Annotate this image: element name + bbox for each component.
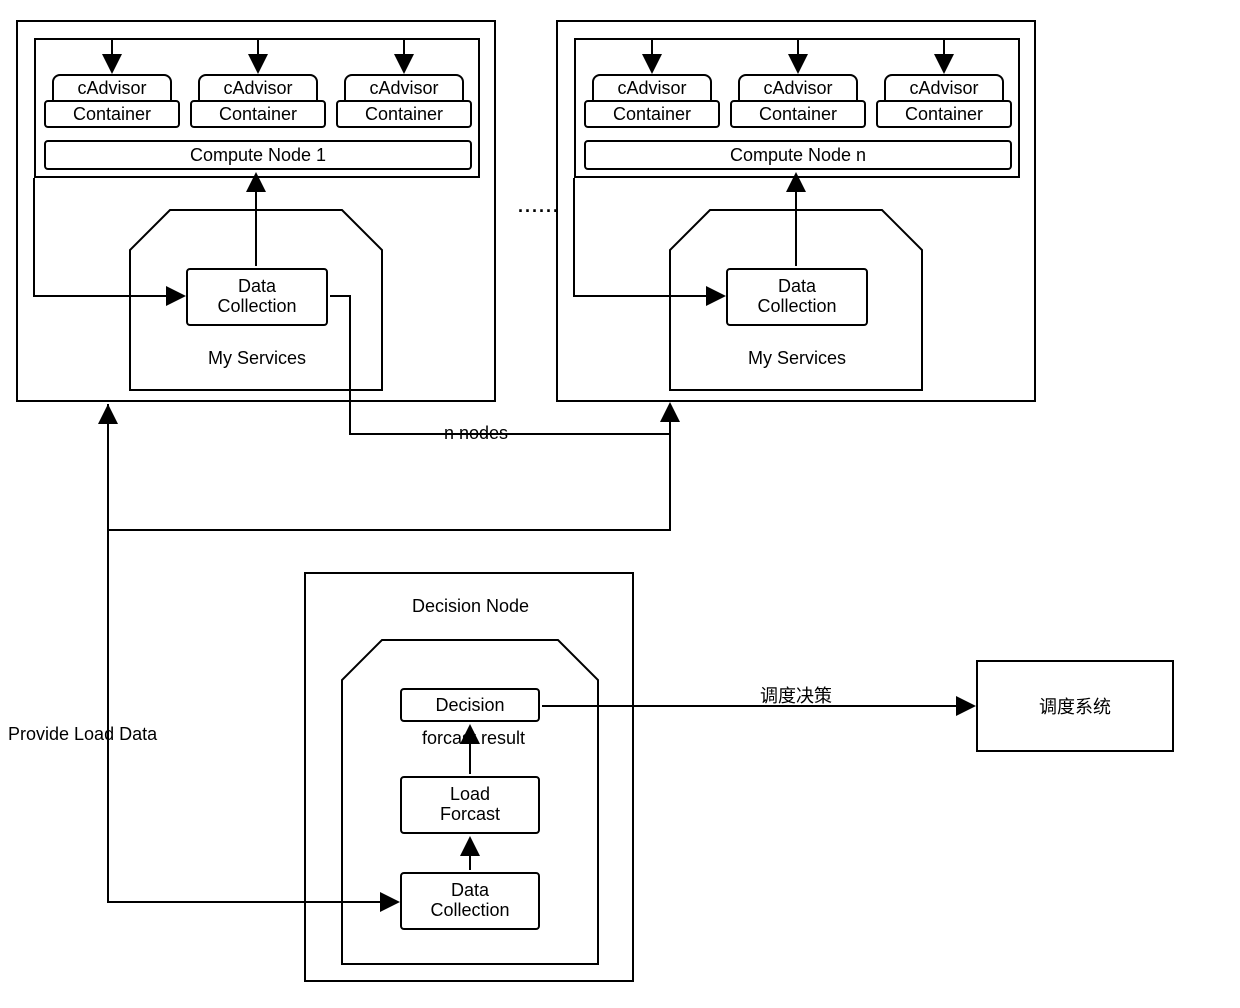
noden-cadvisor2: cAdvisor xyxy=(738,74,858,102)
node1-cadvisor2: cAdvisor xyxy=(198,74,318,102)
noden-compute: Compute Node n xyxy=(584,140,1012,170)
noden-container3: Container xyxy=(876,100,1012,128)
scheduler-box: 调度系统 xyxy=(976,660,1174,752)
n-nodes-label: n nodes xyxy=(440,423,512,444)
schedule-decision-label: 调度决策 xyxy=(756,682,836,708)
load-forecast-box: LoadForcast xyxy=(400,776,540,834)
node1-cadvisor1: cAdvisor xyxy=(52,74,172,102)
noden-my-services-label: My Services xyxy=(744,348,850,369)
decision-data-collection: DataCollection xyxy=(400,872,540,930)
provide-load-data-label: Provide Load Data xyxy=(4,724,161,745)
noden-container2: Container xyxy=(730,100,866,128)
node1-my-services-label: My Services xyxy=(204,348,310,369)
diagram-canvas: cAdvisor Container cAdvisor Container cA… xyxy=(0,0,1240,1008)
node1-container1: Container xyxy=(44,100,180,128)
node1-compute: Compute Node 1 xyxy=(44,140,472,170)
forecast-result-label: forcast result xyxy=(418,728,529,749)
node1-cadvisor3: cAdvisor xyxy=(344,74,464,102)
noden-cadvisor3: cAdvisor xyxy=(884,74,1004,102)
noden-data-collection: DataCollection xyxy=(726,268,868,326)
decision-title: Decision Node xyxy=(408,596,533,617)
node1-container2: Container xyxy=(190,100,326,128)
noden-container1: Container xyxy=(584,100,720,128)
node1-container3: Container xyxy=(336,100,472,128)
node1-data-collection: DataCollection xyxy=(186,268,328,326)
noden-cadvisor1: cAdvisor xyxy=(592,74,712,102)
decision-box: Decision xyxy=(400,688,540,722)
